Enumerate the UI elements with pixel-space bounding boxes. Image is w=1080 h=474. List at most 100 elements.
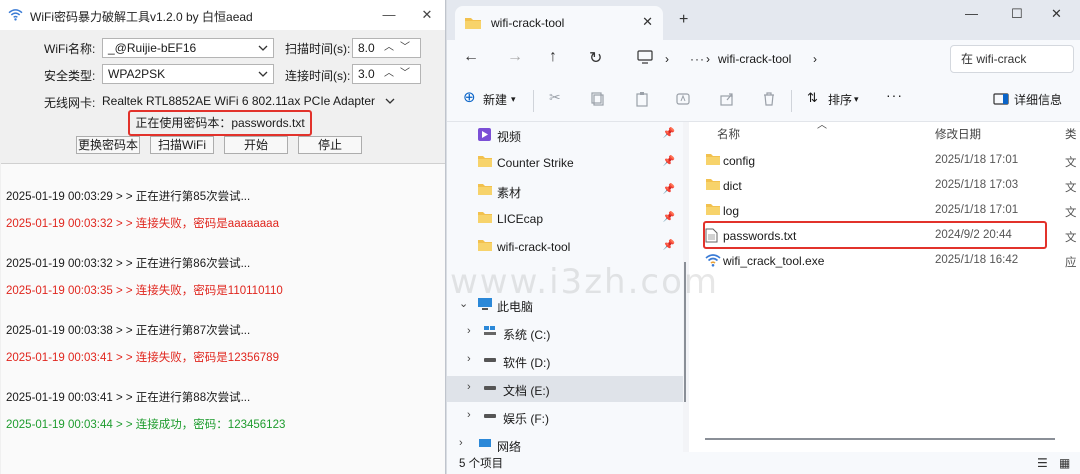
start-button[interactable]: 开始	[224, 136, 288, 154]
forward-arrow-icon[interactable]: →	[507, 48, 523, 66]
nav-item-label: LICEcap	[497, 212, 544, 226]
maximize-button[interactable]: ☐	[1011, 6, 1023, 22]
file-row-exe[interactable]: wifi_crack_tool.exe 2025/1/18 16:42 应	[689, 248, 1080, 273]
more-options-icon[interactable]: ···	[886, 87, 903, 103]
file-date: 2025/1/18 17:01	[935, 204, 1019, 216]
nav-item-video[interactable]: 视频 📌	[447, 122, 683, 148]
adapter-label: 无线网卡:	[44, 96, 96, 110]
wifi-name-label: WiFi名称:	[44, 42, 96, 56]
more-icon[interactable]: ···	[690, 52, 705, 66]
column-header-name[interactable]: 名称	[717, 126, 740, 142]
nav-item-label: 网络	[497, 440, 522, 452]
divider	[533, 90, 534, 112]
nav-item-material[interactable]: 素材 📌	[447, 178, 683, 204]
chevron-right-icon[interactable]: ›	[467, 353, 471, 365]
paste-icon[interactable]	[634, 91, 650, 107]
connect-time-spinbox[interactable]: 3.0 ︿﹀	[352, 64, 421, 84]
change-dictionary-button[interactable]: 更换密码本	[76, 136, 140, 154]
tool-titlebar: WiFi密码暴力破解工具v1.2.0 by 白恒aead — ✕	[0, 0, 445, 30]
spin-arrows-icon[interactable]: ︿﹀	[384, 65, 416, 83]
nav-item-licecap[interactable]: LICEcap 📌	[447, 206, 683, 232]
nav-item-drive-c[interactable]: › 系统 (C:)	[447, 320, 683, 346]
file-row-log[interactable]: log 2025/1/18 17:01 文	[689, 198, 1080, 223]
file-name: log	[723, 204, 740, 218]
delete-icon[interactable]	[761, 91, 777, 107]
scan-wifi-button[interactable]: 扫描WiFi	[150, 136, 214, 154]
minimize-button[interactable]: —	[965, 6, 978, 21]
dictionary-status-text: 正在使用密码本：passwords.txt	[135, 116, 305, 130]
nav-item-label: wifi-crack-tool	[497, 240, 571, 254]
details-pane-icon	[993, 93, 1009, 105]
file-row-dict[interactable]: dict 2025/1/18 17:03 文	[689, 173, 1080, 198]
search-input[interactable]: 在 wifi-crack	[950, 45, 1074, 73]
log-line: 2025-01-19 00:03:41 > > 连接失败，密码是12356789	[6, 352, 279, 364]
close-button[interactable]: ✕	[1051, 6, 1062, 22]
chevron-right-icon[interactable]: ›	[467, 381, 471, 393]
up-arrow-icon[interactable]: ↑	[549, 48, 557, 66]
new-button[interactable]: 新建	[483, 91, 507, 108]
nav-item-label: 软件 (D:)	[503, 356, 551, 370]
details-button[interactable]: 详细信息	[1014, 91, 1062, 108]
wifi-icon	[8, 9, 23, 21]
chevron-down-icon: ▾	[511, 94, 516, 104]
stop-button[interactable]: 停止	[298, 136, 362, 154]
security-type-select[interactable]: WPA2PSK	[102, 64, 274, 84]
scan-time-spinbox[interactable]: 8.0 ︿﹀	[352, 38, 421, 58]
spin-arrows-icon[interactable]: ︿﹀	[384, 39, 416, 57]
details-view-icon[interactable]: ☰	[1037, 456, 1048, 470]
new-plus-icon: ⊕	[463, 89, 476, 106]
windows-drive-icon	[484, 326, 496, 335]
adapter-select[interactable]: Realtek RTL8852AE WiFi 6 802.11ax PCIe A…	[96, 91, 401, 111]
highlight-box	[703, 221, 1047, 249]
file-list-scrollbar[interactable]	[705, 438, 1055, 440]
item-count: 5 个项目	[459, 458, 504, 470]
nav-item-drive-d[interactable]: › 软件 (D:)	[447, 348, 683, 374]
dictionary-status-label: 正在使用密码本：passwords.txt	[128, 110, 312, 136]
share-icon[interactable]	[719, 91, 735, 107]
chevron-right-icon[interactable]: ›	[467, 409, 471, 421]
nav-item-counter-strike[interactable]: Counter Strike 📌	[447, 150, 683, 176]
back-arrow-icon[interactable]: ←	[463, 48, 479, 66]
pin-icon: 📌	[662, 156, 675, 167]
minimize-button[interactable]: —	[374, 5, 404, 25]
refresh-icon[interactable]: ↻	[589, 48, 602, 68]
security-type-value: WPA2PSK	[108, 67, 166, 81]
file-type: 文	[1065, 182, 1077, 194]
file-name: wifi_crack_tool.exe	[723, 254, 825, 268]
sort-caret-icon: ︿	[817, 120, 827, 131]
pin-icon: 📌	[662, 184, 675, 195]
chevron-right-icon[interactable]: ›	[459, 437, 463, 449]
wifi-name-select[interactable]: _@Ruijie-bEF16	[102, 38, 274, 58]
security-type-label: 安全类型:	[44, 69, 96, 83]
new-tab-icon[interactable]: +	[679, 11, 688, 29]
column-header-type[interactable]: 类	[1065, 126, 1077, 142]
nav-item-label: 系统 (C:)	[503, 328, 551, 342]
file-row-config[interactable]: config 2025/1/18 17:01 文	[689, 148, 1080, 173]
column-header-date[interactable]: 修改日期	[935, 126, 981, 142]
copy-icon[interactable]	[590, 91, 606, 107]
file-list[interactable]: 名称 ︿ 修改日期 类 config 2025/1/18 17:01 文 dic…	[689, 120, 1080, 452]
nav-item-label: 文档 (E:)	[503, 384, 550, 398]
close-tab-icon[interactable]: ✕	[642, 14, 653, 30]
log-output[interactable]: 2025-01-19 00:03:29 > > 正在进行第85次尝试... 20…	[1, 163, 445, 474]
tiles-view-icon[interactable]: ▦	[1059, 456, 1070, 470]
chevron-down-icon	[258, 45, 268, 51]
cut-icon[interactable]: ✂	[549, 89, 561, 106]
chevron-right-icon[interactable]: ›	[467, 325, 471, 337]
nav-item-wifi-crack-tool[interactable]: wifi-crack-tool 📌	[447, 234, 683, 260]
rename-icon[interactable]	[675, 91, 691, 107]
nav-item-label: 娱乐 (F:)	[503, 412, 549, 426]
sort-button[interactable]: 排序	[828, 91, 852, 108]
wifi-name-value: _@Ruijie-bEF16	[108, 41, 197, 55]
breadcrumb[interactable]: wifi-crack-tool	[718, 52, 791, 66]
log-line: 2025-01-19 00:03:29 > > 正在进行第85次尝试...	[6, 191, 251, 203]
file-type: 文	[1065, 232, 1077, 244]
search-placeholder: 在 wifi-crack	[961, 52, 1027, 66]
pin-icon: 📌	[662, 240, 675, 251]
nav-item-network[interactable]: › 网络	[447, 432, 683, 452]
chevron-right-icon: ›	[813, 52, 817, 66]
nav-item-drive-f[interactable]: › 娱乐 (F:)	[447, 404, 683, 430]
nav-item-drive-e[interactable]: › 文档 (E:)	[447, 376, 683, 402]
close-button[interactable]: ✕	[412, 5, 442, 25]
tab-wifi-crack-tool[interactable]: wifi-crack-tool ✕	[455, 6, 663, 40]
